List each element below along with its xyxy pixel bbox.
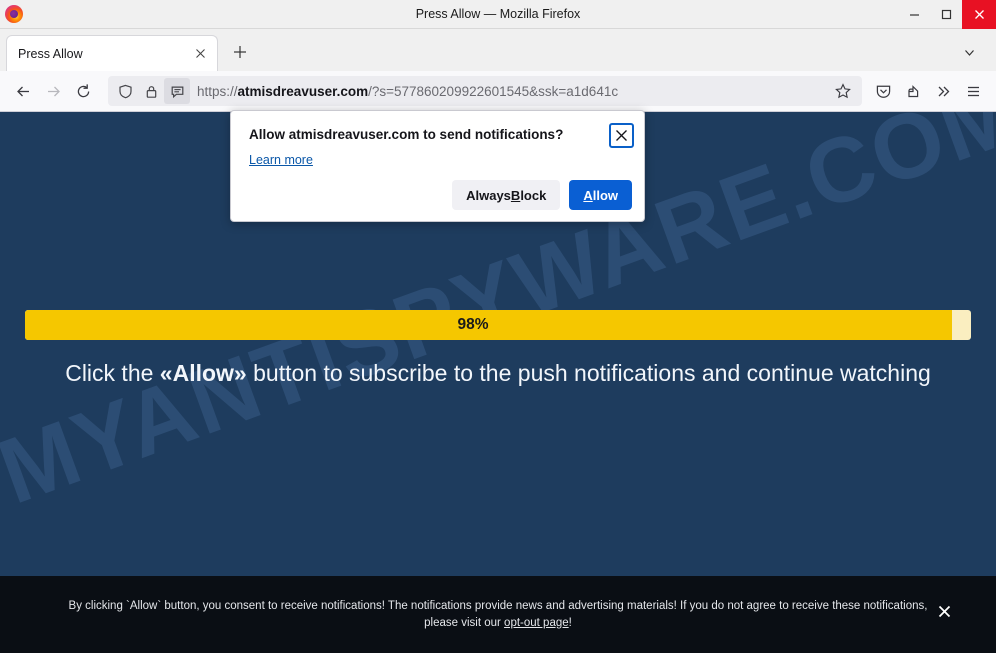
- tab-title: Press Allow: [18, 47, 191, 61]
- minimize-button[interactable]: [898, 0, 930, 29]
- back-arrow-icon[interactable]: [8, 76, 38, 106]
- identity-box: [108, 78, 190, 104]
- progress-percent-label: 98%: [0, 310, 946, 340]
- url-scheme: https://: [197, 84, 238, 99]
- address-bar[interactable]: https://atmisdreavuser.com/?s=5778602099…: [108, 76, 862, 106]
- url-domain: atmisdreavuser.com: [238, 84, 369, 99]
- consent-bar: By clicking `Allow` button, you consent …: [0, 576, 996, 653]
- allow-button[interactable]: Allow: [569, 180, 632, 210]
- always-block-label-post: lock: [520, 188, 546, 203]
- dialog-close-icon[interactable]: [609, 123, 634, 148]
- maximize-button[interactable]: [930, 0, 962, 29]
- notification-bubble-icon[interactable]: [164, 78, 190, 104]
- instruction-allow-word: «Allow»: [160, 360, 247, 386]
- new-tab-button[interactable]: [226, 38, 254, 66]
- hamburger-menu-icon[interactable]: [958, 76, 988, 106]
- notification-permission-dialog: Allow atmisdreavuser.com to send notific…: [230, 110, 645, 222]
- bookmark-star-icon[interactable]: [830, 78, 856, 104]
- always-block-accesskey: B: [511, 188, 520, 203]
- window-close-button[interactable]: [962, 0, 996, 29]
- instruction-suffix: button to subscribe to the push notifica…: [247, 360, 931, 386]
- browser-tab[interactable]: Press Allow: [6, 35, 218, 71]
- window-title: Press Allow — Mozilla Firefox: [0, 7, 996, 21]
- reload-icon[interactable]: [68, 76, 98, 106]
- consent-close-icon[interactable]: [938, 605, 951, 621]
- instruction-text: Click the «Allow» button to subscribe to…: [0, 360, 996, 387]
- allow-accesskey: A: [583, 188, 592, 203]
- url-path: /?s=577860209922601545&ssk=a1d641c: [368, 84, 618, 99]
- window-titlebar: Press Allow — Mozilla Firefox: [0, 0, 996, 29]
- learn-more-link[interactable]: Learn more: [231, 148, 313, 167]
- opt-out-page-link[interactable]: opt-out page: [504, 617, 569, 629]
- overflow-double-chevron-icon[interactable]: [928, 76, 958, 106]
- consent-text: By clicking `Allow` button, you consent …: [68, 598, 928, 632]
- tab-close-icon[interactable]: [191, 45, 209, 63]
- always-block-label-pre: Always: [466, 188, 511, 203]
- pocket-icon[interactable]: [868, 76, 898, 106]
- consent-text-suffix: !: [569, 617, 572, 629]
- dialog-title: Allow atmisdreavuser.com to send notific…: [249, 123, 609, 143]
- consent-text-prefix: By clicking `Allow` button, you consent …: [69, 600, 928, 629]
- dialog-header: Allow atmisdreavuser.com to send notific…: [231, 111, 644, 148]
- dialog-actions: Always Block Allow: [452, 180, 632, 210]
- lock-icon[interactable]: [138, 78, 164, 104]
- firefox-logo-icon: [5, 5, 23, 23]
- tab-strip: Press Allow: [0, 29, 996, 71]
- window-controls: [898, 0, 996, 29]
- forward-arrow-icon[interactable]: [38, 76, 68, 106]
- share-icon[interactable]: [898, 76, 928, 106]
- url-text[interactable]: https://atmisdreavuser.com/?s=5778602099…: [190, 84, 830, 99]
- allow-label-post: llow: [593, 188, 618, 203]
- instruction-prefix: Click the: [65, 360, 160, 386]
- always-block-button[interactable]: Always Block: [452, 180, 560, 210]
- list-all-tabs-chevron-down-icon[interactable]: [956, 39, 982, 65]
- navigation-toolbar: https://atmisdreavuser.com/?s=5778602099…: [0, 71, 996, 112]
- shield-icon[interactable]: [112, 78, 138, 104]
